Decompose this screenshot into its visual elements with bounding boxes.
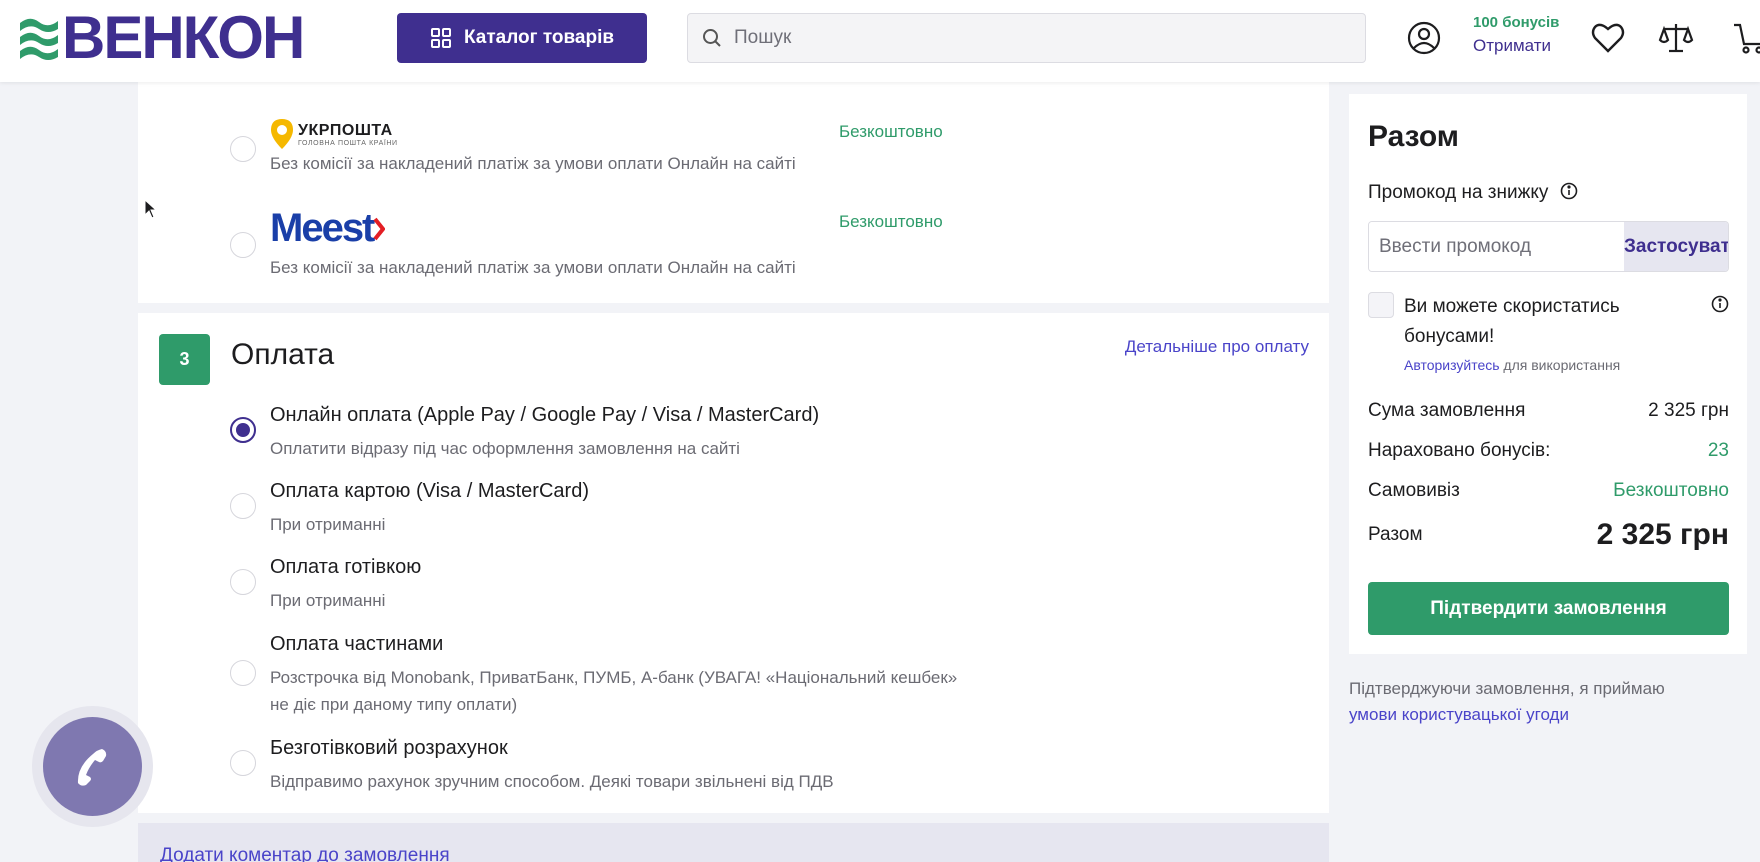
pickup-row: Самовивіз Безкоштовно: [1368, 480, 1729, 502]
bonus-widget[interactable]: 100 бонусів Отримати: [1473, 14, 1559, 56]
phone-icon: [77, 748, 106, 786]
delivery-radio-ukrposhta[interactable]: [230, 136, 256, 162]
info-icon[interactable]: [1560, 182, 1578, 200]
catalog-label: Каталог товарів: [463, 27, 615, 48]
ukrposhta-logo: УКРПОШТА ГОЛОВНА ПОШТА КРАЇНИ: [270, 118, 398, 150]
search-input[interactable]: [734, 27, 1334, 49]
payment-title: Оплата: [231, 338, 335, 371]
payment-option-title[interactable]: Безготівковий розрахунок: [270, 737, 508, 760]
ukrposhta-slogan: ГОЛОВНА ПОШТА КРАЇНИ: [298, 139, 398, 147]
order-sum-label: Сума замовлення: [1368, 400, 1526, 421]
meest-note: Без комісії за накладений платіж за умов…: [270, 258, 796, 277]
bonus-amount: 100 бонусів: [1473, 14, 1560, 31]
payment-radio-installments[interactable]: [230, 660, 256, 686]
payment-option-sub-2: не діє при даному типу оплати): [270, 695, 518, 714]
order-sum-row: Сума замовлення 2 325 грн: [1368, 400, 1729, 422]
payment-option-title[interactable]: Оплата картою (Visa / MasterCard): [270, 480, 589, 503]
payment-option-sub: При отриманні: [270, 591, 386, 610]
ukrposhta-price: Безкоштовно: [839, 122, 943, 141]
mouse-cursor-icon: [144, 199, 158, 219]
apply-promo-button[interactable]: Застосувати: [1624, 222, 1728, 271]
meest-arrow-icon: [373, 217, 386, 240]
total-label: Разом: [1368, 524, 1423, 545]
site-logo[interactable]: ВЕНКОН: [18, 8, 305, 68]
meest-name: Meest: [270, 206, 375, 250]
bonus-get-link[interactable]: Отримати: [1473, 36, 1559, 56]
use-bonus-checkbox[interactable]: [1368, 292, 1394, 318]
search-box[interactable]: [687, 13, 1366, 63]
heart-icon[interactable]: [1590, 20, 1626, 56]
confirm-order-button[interactable]: Підтвердити замовлення: [1368, 582, 1729, 635]
search-icon: [703, 29, 721, 47]
promo-label-text: Промокод на знижку: [1368, 182, 1549, 203]
total-value: 2 325 грн: [1596, 518, 1729, 551]
payment-option-sub: При отриманні: [270, 515, 386, 534]
payment-option-title[interactable]: Оплата готівкою: [270, 556, 421, 579]
order-summary: Разом Промокод на знижку Застосувати Ви …: [1349, 94, 1747, 654]
pickup-label: Самовивіз: [1368, 480, 1460, 501]
info-icon[interactable]: [1711, 295, 1729, 313]
add-comment-link[interactable]: Додати коментар до замовлення: [160, 845, 450, 862]
use-bonus-text: Ви можете скористатись бонусами!: [1404, 296, 1620, 347]
compare-scales-icon[interactable]: [1658, 20, 1694, 56]
step-badge: 3: [159, 334, 210, 385]
bonus-earned-row: Нараховано бонусів: 23: [1368, 440, 1729, 462]
callback-widget[interactable]: [32, 706, 153, 827]
total-row: Разом 2 325 грн: [1368, 518, 1729, 552]
auth-hint: Авторизуйтесь для використання: [1404, 357, 1620, 373]
payment-option-sub: Розстрочка від Monobank, ПриватБанк, ПУМ…: [270, 668, 958, 687]
meest-price: Безкоштовно: [839, 212, 943, 231]
promo-input[interactable]: [1369, 222, 1624, 271]
catalog-button[interactable]: Каталог товарів: [397, 13, 647, 63]
pickup-value: Безкоштовно: [1613, 480, 1729, 501]
ukrposhta-name: УКРПОШТА: [298, 121, 393, 139]
payment-option-sub: Оплатити відразу під час оформлення замо…: [270, 439, 740, 458]
waves-logo-icon: [20, 18, 58, 60]
payment-radio-cash[interactable]: [230, 569, 256, 595]
meest-logo: Meest: [270, 206, 386, 251]
promo-label: Промокод на знижку: [1368, 182, 1578, 204]
promo-box: Застосувати: [1368, 221, 1729, 272]
login-link[interactable]: Авторизуйтесь: [1404, 357, 1500, 373]
payment-radio-online[interactable]: [230, 417, 256, 443]
user-agreement-link[interactable]: умови користувацької угоди: [1349, 702, 1749, 728]
callback-button[interactable]: [43, 717, 142, 816]
add-comment-bar[interactable]: Додати коментар до замовлення: [138, 823, 1329, 862]
user-account-icon[interactable]: [1406, 20, 1442, 56]
payment-radio-card[interactable]: [230, 493, 256, 519]
delivery-options-card: УКРПОШТА ГОЛОВНА ПОШТА КРАЇНИ Безкоштовн…: [138, 82, 1329, 303]
auth-hint-rest: для використання: [1499, 357, 1621, 373]
map-pin-icon: [271, 119, 293, 149]
payment-details-link[interactable]: Детальніше про оплату: [1125, 337, 1309, 357]
payment-radio-cashless[interactable]: [230, 750, 256, 776]
payment-option-title[interactable]: Оплата частинами: [270, 633, 443, 656]
ukrposhta-note: Без комісії за накладений платіж за умов…: [270, 154, 796, 173]
bonus-earned-label: Нараховано бонусів:: [1368, 440, 1551, 461]
delivery-radio-meest[interactable]: [230, 232, 256, 258]
grid-icon: [430, 28, 451, 48]
agreement-note: Підтверджуючи замовлення, я приймаю умов…: [1349, 676, 1749, 728]
agreement-text: Підтверджуючи замовлення, я приймаю: [1349, 679, 1665, 698]
site-header: ВЕНКОН Каталог товарів 100 бонусів Отрим…: [0, 0, 1760, 82]
bonus-earned-value: 23: [1707, 440, 1729, 461]
logo-text: ВЕНКОН: [62, 4, 305, 71]
summary-title: Разом: [1368, 120, 1459, 153]
payment-option-sub: Відправимо рахунок зручним способом. Дея…: [270, 772, 834, 791]
payment-option-title[interactable]: Онлайн оплата (Apple Pay / Google Pay / …: [270, 404, 819, 427]
cart-icon[interactable]: [1732, 20, 1760, 56]
order-sum-value: 2 325 грн: [1648, 400, 1729, 421]
payment-section: 3 Оплата Детальніше про оплату Онлайн оп…: [138, 313, 1329, 813]
